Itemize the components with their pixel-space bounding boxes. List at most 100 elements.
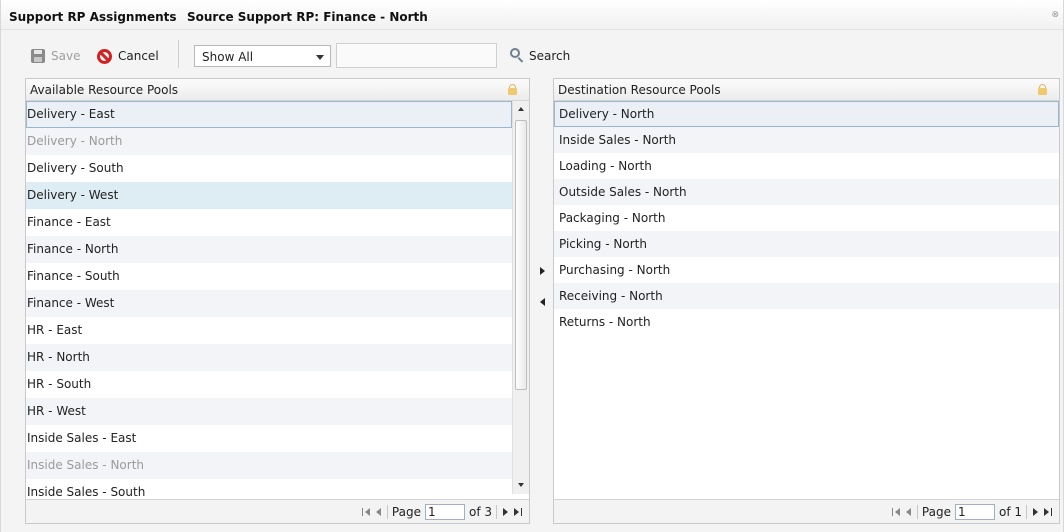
list-item-label: Loading - North bbox=[559, 159, 652, 173]
list-item-label: Returns - North bbox=[559, 315, 651, 329]
list-item-label: HR - East bbox=[27, 323, 83, 337]
support-rp-dialog: Support RP Assignments Source Support RP… bbox=[0, 0, 1064, 532]
list-item[interactable]: HR - West bbox=[26, 398, 512, 425]
list-item-label: Inside Sales - North bbox=[27, 458, 145, 472]
search-label: Search bbox=[529, 48, 571, 63]
list-item[interactable]: Delivery - North bbox=[554, 101, 1059, 127]
cancel-button[interactable]: Cancel bbox=[97, 47, 159, 65]
available-pools-list: Delivery - East Delivery - North Delivery … bbox=[26, 101, 512, 506]
next-page-icon[interactable] bbox=[1031, 507, 1039, 517]
available-pools-header: Available Resource Pools bbox=[26, 79, 529, 101]
page-number-input[interactable]: 1 bbox=[954, 504, 995, 520]
list-item-label: Outside Sales - North bbox=[559, 185, 687, 199]
cancel-label: Cancel bbox=[118, 49, 159, 63]
list-item-label: Inside Sales - East bbox=[27, 431, 137, 445]
search-button[interactable]: Search bbox=[510, 48, 570, 63]
prev-page-icon[interactable] bbox=[905, 507, 913, 517]
list-scrollbar[interactable] bbox=[512, 101, 529, 494]
filter-select[interactable]: Show All bbox=[194, 45, 331, 67]
list-item-label: HR - North bbox=[27, 350, 90, 364]
move-right-icon[interactable] bbox=[539, 266, 547, 276]
scroll-down-icon[interactable] bbox=[516, 480, 527, 491]
list-item-label: Finance - North bbox=[27, 242, 119, 256]
list-item[interactable]: HR - South bbox=[26, 371, 512, 398]
prev-page-icon[interactable] bbox=[375, 507, 383, 517]
list-item[interactable]: Delivery - South bbox=[26, 155, 512, 182]
list-item[interactable]: Inside Sales - North bbox=[554, 127, 1059, 153]
list-item[interactable]: Finance - West bbox=[26, 290, 512, 317]
list-item: Inside Sales - North bbox=[26, 452, 512, 479]
list-item-label: Delivery - North bbox=[559, 107, 655, 121]
save-button[interactable]: Save bbox=[31, 47, 80, 65]
list-item-label: Delivery - West bbox=[27, 188, 119, 202]
next-page-icon[interactable] bbox=[501, 507, 509, 517]
lock-icon bbox=[508, 84, 517, 95]
page-count-label: of 3 bbox=[468, 505, 492, 519]
toolbar: Save Cancel Show All Search bbox=[1, 30, 1063, 76]
list-item[interactable]: Inside Sales - East bbox=[26, 425, 512, 452]
filter-select-value: Show All bbox=[202, 50, 254, 64]
toolbar-divider bbox=[178, 40, 179, 68]
pager-divider bbox=[1026, 505, 1027, 519]
dialog-subtitle: Source Support RP: Finance - North bbox=[187, 10, 428, 24]
last-page-icon[interactable] bbox=[513, 507, 523, 517]
list-item-label: Picking - North bbox=[559, 237, 647, 251]
scroll-thumb[interactable] bbox=[515, 120, 527, 390]
list-item[interactable]: Delivery - West bbox=[26, 182, 512, 209]
pager-divider bbox=[496, 505, 497, 519]
destination-pools-panel: Destination Resource Pools Delivery - No… bbox=[553, 78, 1060, 524]
list-item[interactable]: Packaging - North bbox=[554, 205, 1059, 231]
list-item-label: Delivery - East bbox=[27, 107, 115, 121]
list-item-label: Delivery - South bbox=[27, 161, 124, 175]
chevron-down-icon bbox=[316, 55, 324, 60]
list-item[interactable]: HR - North bbox=[26, 344, 512, 371]
page-label: Page bbox=[391, 505, 421, 519]
list-item-label: HR - West bbox=[27, 404, 86, 418]
search-icon bbox=[510, 48, 525, 63]
first-page-icon[interactable] bbox=[361, 507, 371, 517]
pager-divider bbox=[916, 505, 918, 519]
save-icon bbox=[31, 49, 45, 63]
available-pools-title: Available Resource Pools bbox=[30, 83, 179, 97]
last-page-icon[interactable] bbox=[1043, 507, 1053, 517]
list-item[interactable]: Finance - North bbox=[26, 236, 512, 263]
list-item[interactable]: Finance - South bbox=[26, 263, 512, 290]
list-item[interactable]: Receiving - North bbox=[554, 283, 1059, 309]
list-item[interactable]: Loading - North bbox=[554, 153, 1059, 179]
list-item-label: HR - South bbox=[27, 377, 92, 391]
first-page-icon[interactable] bbox=[891, 507, 901, 517]
cancel-icon bbox=[97, 48, 112, 64]
search-input[interactable] bbox=[336, 43, 497, 68]
move-left-icon[interactable] bbox=[539, 297, 547, 307]
list-item-label: Purchasing - North bbox=[559, 263, 671, 277]
close-icon[interactable]: ⊗ bbox=[1051, 10, 1059, 20]
list-item[interactable]: Outside Sales - North bbox=[554, 179, 1059, 205]
list-item: Delivery - North bbox=[26, 128, 512, 155]
list-item-label: Finance - South bbox=[27, 269, 120, 283]
list-item[interactable]: Delivery - East bbox=[26, 101, 512, 128]
destination-pools-pager: Page 1 of 1 bbox=[554, 499, 1059, 523]
list-item-label: Delivery - North bbox=[27, 134, 123, 148]
destination-pools-title: Destination Resource Pools bbox=[558, 83, 721, 97]
list-item[interactable]: Purchasing - North bbox=[554, 257, 1059, 283]
page-number-input[interactable]: 1 bbox=[424, 504, 465, 520]
list-item-label: Packaging - North bbox=[559, 211, 666, 225]
list-item[interactable]: Picking - North bbox=[554, 231, 1059, 257]
page-label: Page bbox=[921, 505, 951, 519]
list-item-label: Receiving - North bbox=[559, 289, 663, 303]
list-item-label: Finance - East bbox=[27, 215, 111, 229]
pager-divider bbox=[386, 505, 388, 519]
list-item[interactable]: Finance - East bbox=[26, 209, 512, 236]
destination-pools-header: Destination Resource Pools bbox=[554, 79, 1059, 101]
save-label: Save bbox=[51, 49, 81, 63]
title-bar: Support RP Assignments Source Support RP… bbox=[1, 0, 1063, 30]
list-item[interactable]: HR - East bbox=[26, 317, 512, 344]
destination-pools-list: Delivery - North Inside Sales - North Load… bbox=[554, 101, 1059, 335]
lock-icon bbox=[1038, 84, 1047, 95]
scroll-up-icon[interactable] bbox=[516, 104, 527, 115]
list-item[interactable]: Returns - North bbox=[554, 309, 1059, 335]
available-pools-pager: Page 1 of 3 bbox=[26, 499, 529, 523]
list-item-label: Inside Sales - North bbox=[559, 133, 677, 147]
page-count-label: of 1 bbox=[998, 505, 1022, 519]
available-pools-panel: Available Resource Pools Delivery - East… bbox=[25, 78, 530, 524]
